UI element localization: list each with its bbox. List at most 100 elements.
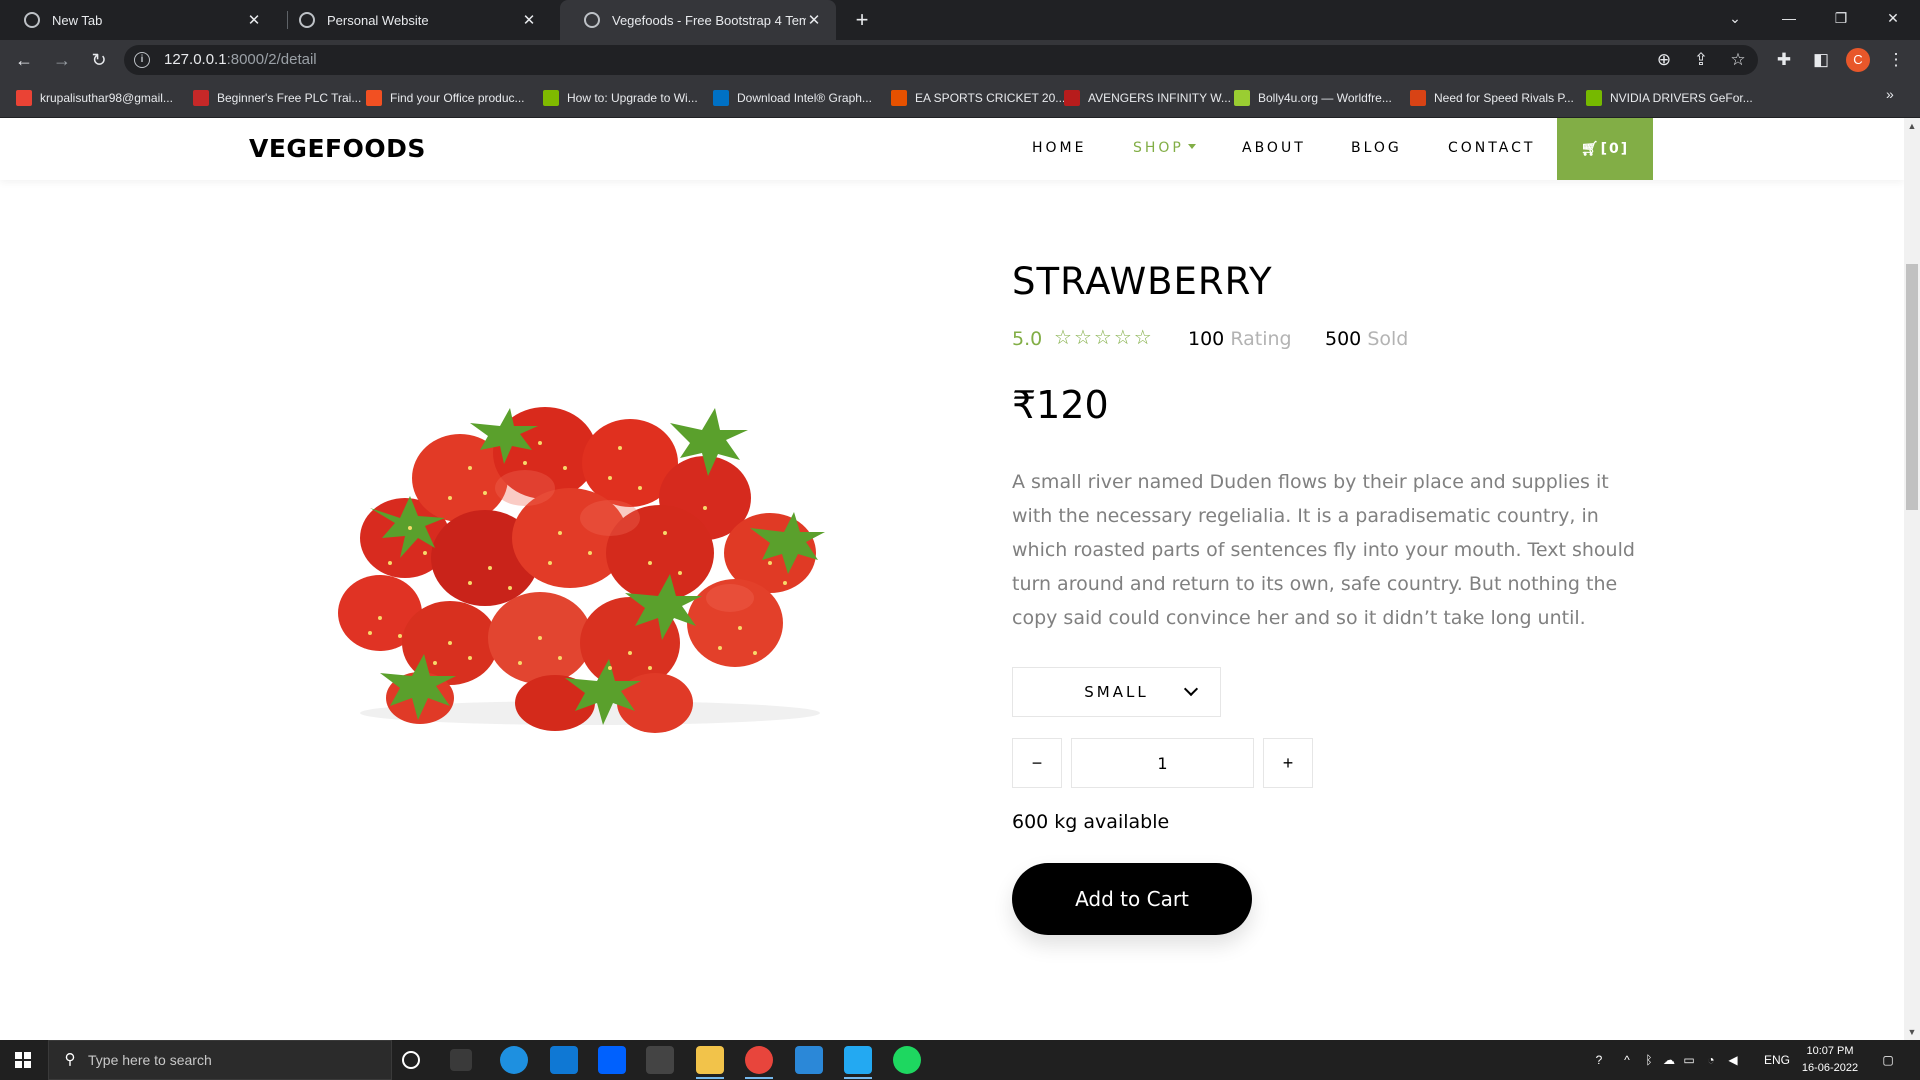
nav-shop[interactable]: SHOP: [1133, 140, 1196, 156]
bookmark-label: krupalisuthar98@gmail...: [40, 91, 173, 105]
menu-icon[interactable]: ⋮: [1884, 48, 1908, 72]
nav-contact[interactable]: CONTACT: [1448, 140, 1535, 156]
clock-date: 16-06-2022: [1801, 1062, 1859, 1074]
bookmark-item[interactable]: Need for Speed Rivals P...: [1410, 87, 1574, 109]
product-price: ₹120: [1012, 383, 1109, 427]
url-text[interactable]: 127.0.0.1:8000/2/detail: [164, 50, 317, 70]
profile-avatar[interactable]: C: [1846, 48, 1870, 72]
tab-personal-website[interactable]: Personal Website ✕: [275, 0, 551, 40]
chevron-up-icon[interactable]: ^: [1618, 1050, 1636, 1070]
nav-blog[interactable]: BLOG: [1351, 140, 1402, 156]
chevron-down-icon: [1183, 681, 1199, 697]
web-page: VEGEFOODS HOME SHOP ABOUT BLOG CONTACT 🛒…: [0, 118, 1920, 1040]
bluetooth-icon[interactable]: ᛒ: [1640, 1050, 1658, 1070]
more-bookmarks-icon[interactable]: »: [1886, 86, 1894, 102]
nav-about[interactable]: ABOUT: [1242, 140, 1306, 156]
cart-icon: 🛒︎: [1580, 141, 1601, 157]
battery-icon[interactable]: ▭: [1680, 1050, 1698, 1070]
tab-new-tab[interactable]: New Tab ✕: [0, 0, 276, 40]
reload-button[interactable]: ↻: [87, 48, 111, 72]
extensions-icon[interactable]: ✚: [1772, 48, 1796, 72]
star-outline-icon[interactable]: ☆: [1054, 327, 1074, 349]
star-outline-icon[interactable]: ☆: [1094, 327, 1114, 349]
close-icon[interactable]: ✕: [521, 11, 537, 29]
language-indicator[interactable]: ENG: [1760, 1050, 1794, 1070]
tab-vegefoods[interactable]: Vegefoods - Free Bootstrap 4 Template ✕: [560, 0, 836, 40]
tab-label: Personal Website: [327, 12, 429, 28]
share-icon[interactable]: ⇪: [1689, 48, 1713, 72]
star-outline-icon[interactable]: ☆: [1114, 327, 1134, 349]
system-clock[interactable]: 10:07 PM 16-06-2022: [1800, 1043, 1860, 1077]
forward-button[interactable]: →: [50, 48, 74, 72]
back-button[interactable]: ←: [12, 48, 36, 72]
page-scrollbar[interactable]: [1904, 118, 1920, 1040]
help-icon[interactable]: ?: [1588, 1050, 1610, 1070]
info-icon[interactable]: i: [134, 52, 150, 68]
bookmark-item[interactable]: Beginner's Free PLC Trai...: [193, 87, 361, 109]
gmail-icon: [16, 90, 32, 106]
quantity-input[interactable]: [1071, 738, 1254, 788]
quantity-minus-button[interactable]: −: [1012, 738, 1062, 788]
mail-icon[interactable]: [550, 1046, 578, 1074]
bookmark-favicon-icon: [891, 90, 907, 106]
caret-down-icon: [1187, 144, 1196, 149]
notification-icon[interactable]: ▢: [1876, 1050, 1900, 1070]
wifi-icon[interactable]: ◔: [1702, 1050, 1720, 1070]
onedrive-icon[interactable]: ☁: [1660, 1050, 1678, 1070]
bookmark-item[interactable]: EA SPORTS CRICKET 20...: [891, 87, 1065, 109]
new-tab-button[interactable]: +: [848, 6, 876, 34]
task-view-icon[interactable]: [450, 1049, 472, 1071]
vscode-icon[interactable]: [844, 1046, 872, 1074]
edge-icon[interactable]: [500, 1046, 528, 1074]
volume-icon[interactable]: ◀: [1724, 1050, 1742, 1070]
scroll-up-arrow-icon[interactable]: ▲: [1904, 118, 1920, 134]
spotify-icon[interactable]: [893, 1046, 921, 1074]
restore-button[interactable]: ❐: [1818, 0, 1864, 36]
quantity-plus-button[interactable]: +: [1263, 738, 1313, 788]
zoom-icon[interactable]: ⊕: [1652, 48, 1676, 72]
windows-start-icon[interactable]: [0, 1040, 46, 1080]
star-outline-icon[interactable]: ☆: [1134, 327, 1154, 349]
file-explorer-icon[interactable]: [696, 1046, 724, 1074]
bookmark-item[interactable]: Download Intel® Graph...: [713, 87, 872, 109]
app-icon[interactable]: [646, 1046, 674, 1074]
bookmark-item[interactable]: Find your Office produc...: [366, 87, 525, 109]
rating-count-value: 100: [1188, 328, 1225, 350]
minimize-button[interactable]: —: [1766, 0, 1812, 36]
bookmark-item[interactable]: How to: Upgrade to Wi...: [543, 87, 698, 109]
url-path: :8000/2/detail: [226, 51, 317, 68]
bookmark-favicon-icon: [193, 90, 209, 106]
size-select[interactable]: SMALL: [1012, 667, 1221, 717]
bookmark-item[interactable]: NVIDIA DRIVERS GeFor...: [1586, 87, 1753, 109]
cart-button[interactable]: 🛒︎[0]: [1557, 118, 1653, 180]
address-bar[interactable]: [124, 45, 1758, 75]
microsoft-icon: [366, 90, 382, 106]
dropbox-icon[interactable]: [598, 1046, 626, 1074]
tab-label: New Tab: [52, 12, 103, 28]
add-to-cart-button[interactable]: Add to Cart: [1012, 863, 1252, 935]
intel-icon: [713, 90, 729, 106]
tab-search-button[interactable]: ⌄: [1712, 0, 1758, 36]
active-app-indicator: [844, 1077, 872, 1079]
star-outline-icon[interactable]: ☆: [1074, 327, 1094, 349]
size-selected-value: SMALL: [1084, 683, 1149, 701]
site-logo[interactable]: VEGEFOODS: [249, 134, 426, 163]
close-icon[interactable]: ✕: [806, 11, 822, 29]
star-icon[interactable]: ☆: [1726, 48, 1750, 72]
side-panel-icon[interactable]: ◧: [1809, 48, 1833, 72]
rating-stars: ☆☆☆☆☆: [1054, 325, 1154, 350]
sold-count: 500 Sold: [1325, 328, 1408, 350]
todo-icon[interactable]: [795, 1046, 823, 1074]
taskbar-search-placeholder[interactable]: Type here to search: [88, 1050, 212, 1070]
scrollbar-thumb[interactable]: [1906, 264, 1918, 510]
cart-count: [0]: [1600, 141, 1630, 157]
nav-home[interactable]: HOME: [1032, 140, 1086, 156]
close-icon[interactable]: ✕: [246, 11, 262, 29]
bookmark-item[interactable]: Bolly4u.org — Worldfre...: [1234, 87, 1392, 109]
cortana-icon[interactable]: [402, 1051, 420, 1069]
bookmark-item[interactable]: AVENGERS INFINITY W...: [1064, 87, 1231, 109]
chrome-taskbar-icon[interactable]: [745, 1046, 773, 1074]
window-close-button[interactable]: ✕: [1870, 0, 1916, 36]
bookmark-item[interactable]: krupalisuthar98@gmail...: [16, 87, 173, 109]
scroll-down-arrow-icon[interactable]: ▼: [1904, 1024, 1920, 1040]
